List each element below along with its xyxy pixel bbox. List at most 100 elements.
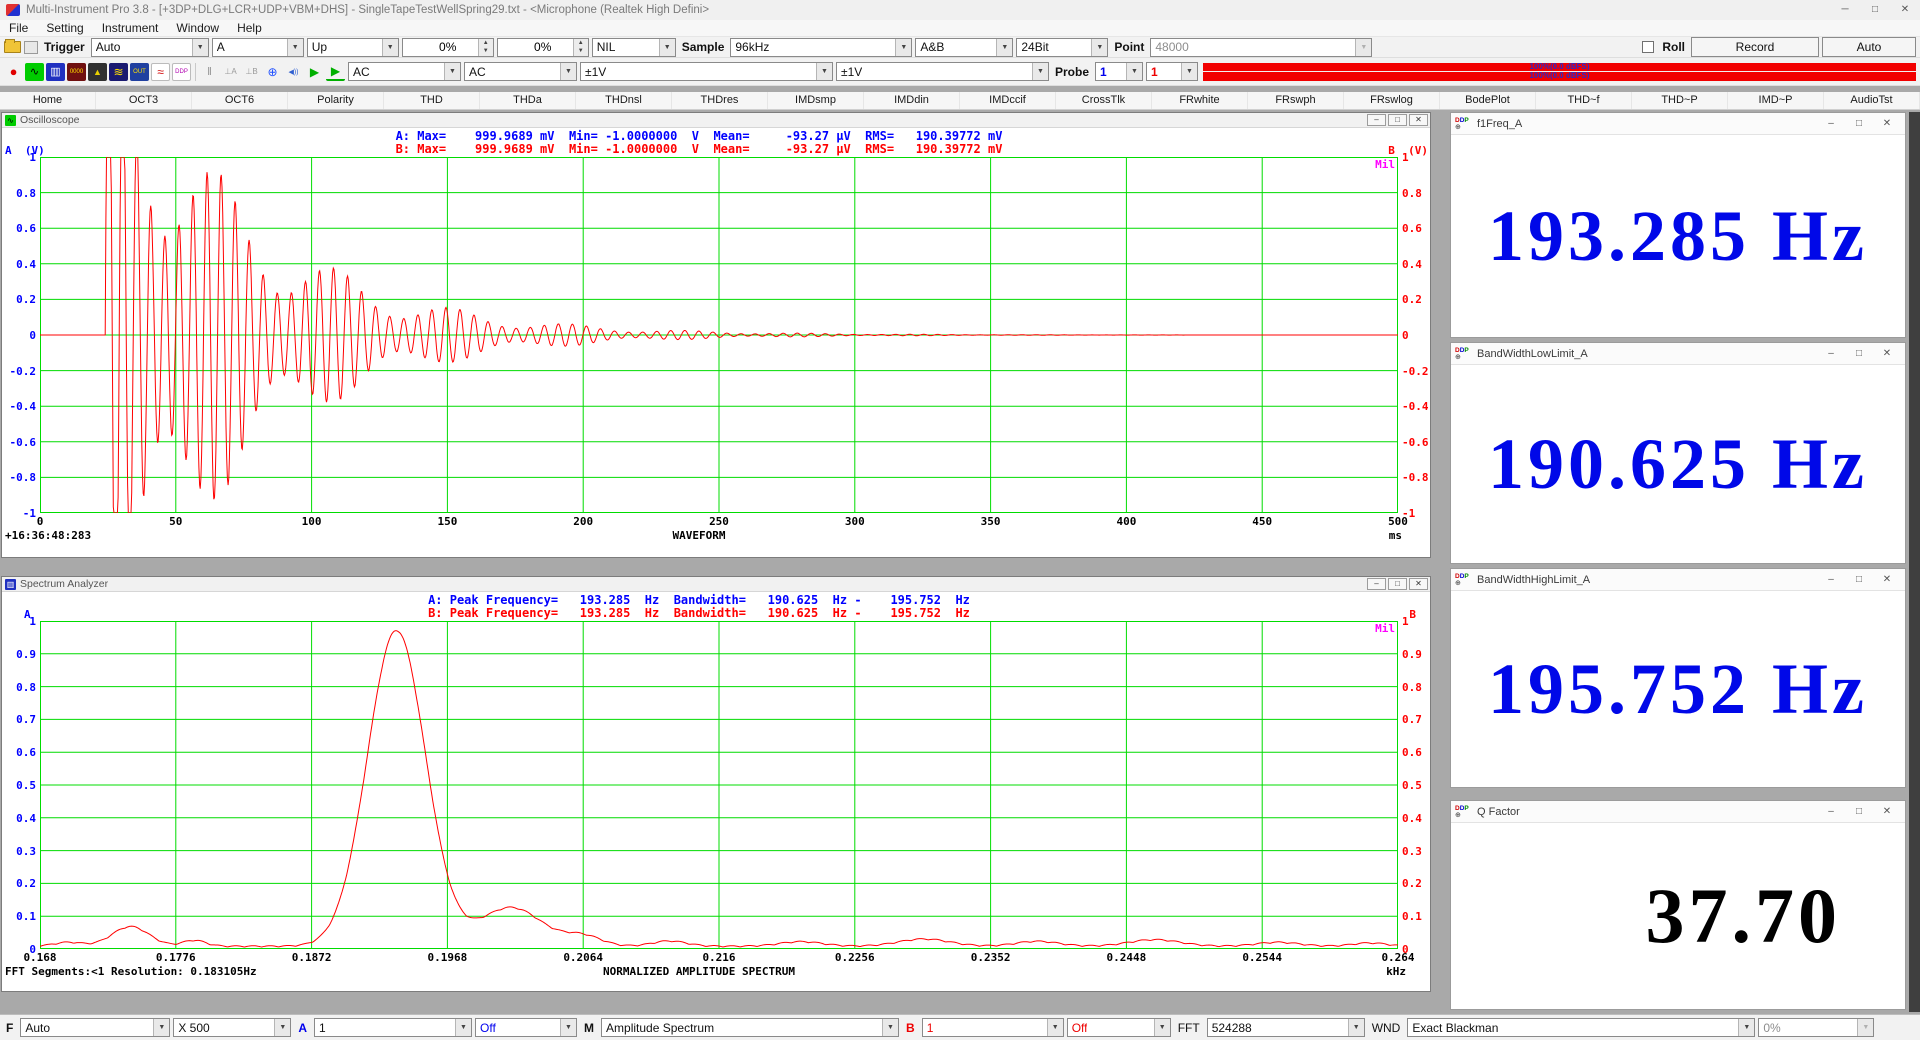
tab-thd[interactable]: THD [384, 92, 480, 109]
vertical-scrollbar[interactable] [1909, 112, 1920, 1012]
menu-window[interactable]: Window [167, 20, 228, 36]
coupling-a-select[interactable]: AC▼ [348, 62, 461, 81]
multimeter-icon[interactable]: 0000 [67, 63, 86, 81]
channel-a-processing-select[interactable]: Off▼ [475, 1018, 577, 1037]
speaker-icon[interactable]: ◀)) [284, 63, 303, 81]
device-test-plan-icon[interactable]: OUT [130, 63, 149, 81]
probe-b-select[interactable]: 1▼ [1146, 62, 1198, 81]
spinner-arrows-icon[interactable]: ▲▼ [573, 39, 588, 56]
oscilloscope-plot[interactable]: Mil [40, 157, 1398, 513]
minimize-button[interactable]: – [1367, 114, 1386, 126]
tab-crosstlk[interactable]: CrossTlk [1056, 92, 1152, 109]
record-button[interactable]: Record [1691, 37, 1819, 57]
tab-audiotst[interactable]: AudioTst [1824, 92, 1920, 109]
maximize-button[interactable]: □ [1845, 801, 1873, 823]
channel-a-select[interactable]: 1▼ [314, 1018, 472, 1037]
spinner-arrows-icon[interactable]: ▲▼ [478, 39, 493, 56]
record-icon[interactable]: ● [4, 63, 23, 81]
tab-frwhite[interactable]: FRwhite [1152, 92, 1248, 109]
trigger-level-stepper[interactable]: 0%▲▼ [402, 38, 494, 57]
minimize-button[interactable]: ─ [1830, 0, 1860, 20]
minimize-button[interactable]: – [1817, 343, 1845, 365]
close-icon[interactable]: ✕ [1409, 114, 1428, 126]
menu-file[interactable]: File [0, 20, 37, 36]
spectrum-3d-plot-icon[interactable]: ▲ [88, 63, 107, 81]
tab-thd-p[interactable]: THD~P [1632, 92, 1728, 109]
close-icon[interactable]: ✕ [1873, 801, 1901, 823]
tab-thd-f[interactable]: THD~f [1536, 92, 1632, 109]
restore-button[interactable]: □ [1388, 578, 1407, 590]
ddp-panel-header[interactable]: DDP⊕BandWidthLowLimit_A–□✕ [1451, 343, 1905, 365]
minimize-button[interactable]: – [1817, 569, 1845, 591]
tab-thdres[interactable]: THDres [672, 92, 768, 109]
tab-bodeplot[interactable]: BodePlot [1440, 92, 1536, 109]
minimize-button[interactable]: – [1367, 578, 1386, 590]
tab-imdccif[interactable]: IMDccif [960, 92, 1056, 109]
tab-oct6[interactable]: OCT6 [192, 92, 288, 109]
tab-thdnsl[interactable]: THDnsl [576, 92, 672, 109]
oscilloscope-icon[interactable]: ∿ [25, 63, 44, 81]
derived-data-point-icon[interactable]: ≈ [151, 63, 170, 81]
coupling-b-select[interactable]: AC▼ [464, 62, 577, 81]
play-selection-icon[interactable]: ▶ [326, 63, 345, 81]
close-icon[interactable]: ✕ [1409, 578, 1428, 590]
channel-b-select[interactable]: 1▼ [922, 1018, 1064, 1037]
probe-a-select[interactable]: 1▼ [1095, 62, 1143, 81]
auto-scale-button[interactable]: Auto [1822, 37, 1916, 57]
maximize-button[interactable]: □ [1845, 343, 1873, 365]
zero-a-icon[interactable]: ⊥A [221, 63, 240, 81]
ddp-panel-header[interactable]: DDP⊕BandWidthHighLimit_A–□✕ [1451, 569, 1905, 591]
spectrum-title-bar[interactable]: ▥ Spectrum Analyzer – □ ✕ [2, 577, 1430, 592]
close-icon[interactable]: ✕ [1873, 113, 1901, 135]
minimize-button[interactable]: – [1817, 801, 1845, 823]
play-icon[interactable]: ▶ [305, 63, 324, 81]
tab-frswlog[interactable]: FRswlog [1344, 92, 1440, 109]
close-button[interactable]: ✕ [1890, 0, 1920, 20]
oscilloscope-title-bar[interactable]: ∿ Oscilloscope – □ ✕ [2, 113, 1430, 128]
ddp-panel-header[interactable]: DDP⊕Q Factor–□✕ [1451, 801, 1905, 823]
tab-home[interactable]: Home [0, 92, 96, 109]
channel-b-processing-select[interactable]: Off▼ [1067, 1018, 1171, 1037]
tab-frswph[interactable]: FRswph [1248, 92, 1344, 109]
range-b-select[interactable]: ±1V▼ [836, 62, 1049, 81]
signal-generator-icon[interactable]: ≋ [109, 63, 128, 81]
close-icon[interactable]: ✕ [1873, 569, 1901, 591]
spectrum-analyzer-icon[interactable]: ▥ [46, 63, 65, 81]
menu-instrument[interactable]: Instrument [93, 20, 168, 36]
trigger-delay-stepper[interactable]: 0%▲▼ [497, 38, 589, 57]
tab-imd-p[interactable]: IMD~P [1728, 92, 1824, 109]
open-file-icon[interactable] [4, 41, 21, 53]
maximize-button[interactable]: □ [1845, 113, 1873, 135]
restore-button[interactable]: □ [1388, 114, 1407, 126]
trigger-mode-select[interactable]: Auto▼ [91, 38, 209, 57]
tab-oct3[interactable]: OCT3 [96, 92, 192, 109]
tab-thda[interactable]: THDa [480, 92, 576, 109]
gain-select[interactable]: X 500▼ [173, 1018, 291, 1037]
range-a-select[interactable]: ±1V▼ [580, 62, 833, 81]
trigger-hpf-select[interactable]: NIL▼ [592, 38, 676, 57]
frequency-range-select[interactable]: Auto▼ [20, 1018, 170, 1037]
sampling-channels-select[interactable]: A&B▼ [915, 38, 1013, 57]
trigger-settings-icon[interactable] [24, 41, 38, 54]
menu-help[interactable]: Help [228, 20, 271, 36]
tab-imddin[interactable]: IMDdin [864, 92, 960, 109]
minimize-button[interactable]: – [1817, 113, 1845, 135]
hold-icon[interactable]: ‖ [200, 63, 219, 81]
trigger-edge-select[interactable]: Up▼ [307, 38, 399, 57]
probe-icon[interactable]: ⊕ [263, 63, 282, 81]
maximize-button[interactable]: □ [1860, 0, 1890, 20]
overlap-select[interactable]: 0%▼ [1758, 1018, 1874, 1037]
zero-b-icon[interactable]: ⊥B [242, 63, 261, 81]
tab-polarity[interactable]: Polarity [288, 92, 384, 109]
spectrum-plot[interactable]: Mil [40, 621, 1398, 949]
menu-setting[interactable]: Setting [37, 20, 92, 36]
sampling-bits-select[interactable]: 24Bit▼ [1016, 38, 1108, 57]
trigger-source-select[interactable]: A▼ [212, 38, 304, 57]
ddp-panel-header[interactable]: DDP⊕f1Freq_A–□✕ [1451, 113, 1905, 135]
close-icon[interactable]: ✕ [1873, 343, 1901, 365]
fft-size-select[interactable]: 524288▼ [1207, 1018, 1365, 1037]
sampling-rate-select[interactable]: 96kHz▼ [730, 38, 912, 57]
window-function-select[interactable]: Exact Blackman▼ [1407, 1018, 1755, 1037]
ddp-viewer-icon[interactable]: DDP [172, 63, 191, 81]
maximize-button[interactable]: □ [1845, 569, 1873, 591]
